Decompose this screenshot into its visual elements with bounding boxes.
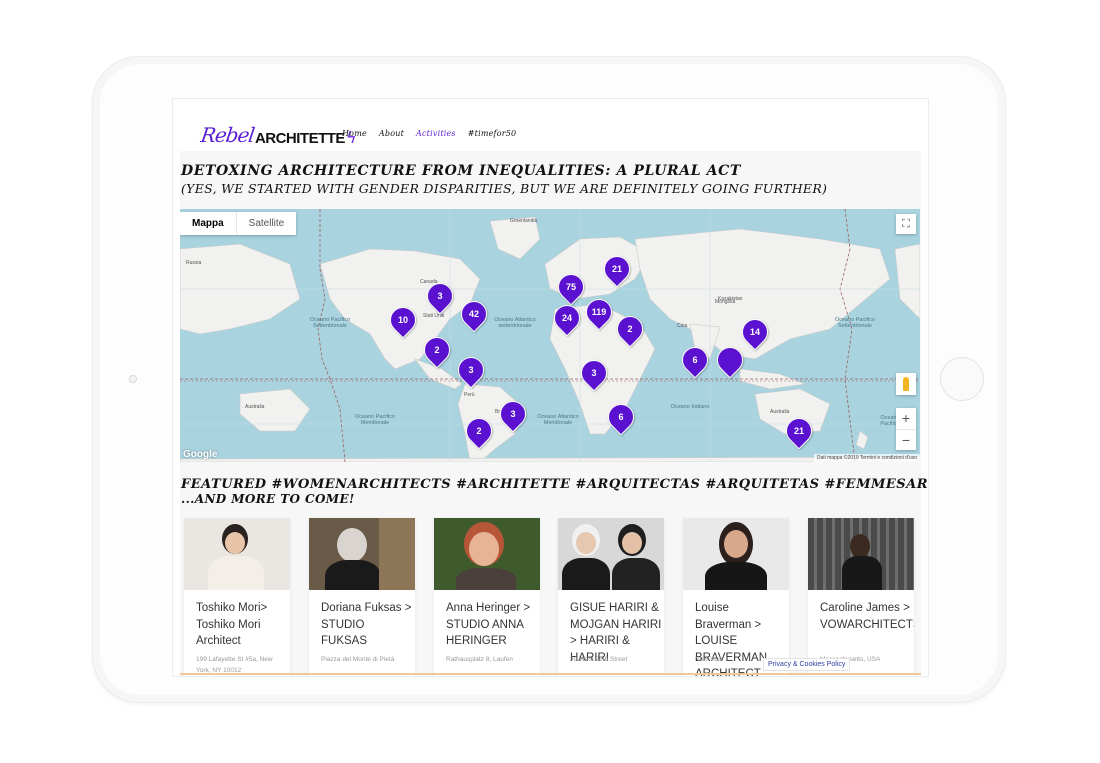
site-header: Rebel ARCHITETTE ϟ Home About Activities…: [173, 99, 928, 151]
browser-screen: Rebel ARCHITETTE ϟ Home About Activities…: [172, 98, 929, 677]
ocean-label: Oceano Atlantico Meridionale: [537, 414, 579, 426]
google-logo[interactable]: Google: [183, 449, 217, 460]
map-label: Australia: [245, 404, 265, 410]
page-subtitle: (YES, WE STARTED WITH GENDER DISPARITIES…: [181, 181, 828, 196]
logo-architette-text: ARCHITETTE: [254, 130, 346, 147]
camera-dot: [129, 375, 137, 383]
architect-photo: [683, 518, 789, 590]
main-menu: Home About Activities #timefor50: [342, 129, 516, 138]
architect-card[interactable]: Anna Heringer > STUDIO ANNA HERINGER Rat…: [434, 518, 540, 676]
architect-photo: [808, 518, 914, 590]
map-type-map-button[interactable]: Mappa: [180, 212, 236, 235]
map-type-satellite-button[interactable]: Satellite: [235, 212, 297, 235]
zoom-out-button[interactable]: −: [896, 430, 916, 451]
ocean-label: Oceano Atlantico settentrionale: [494, 317, 536, 329]
architect-photo: [558, 518, 664, 590]
menu-item-home[interactable]: Home: [342, 129, 367, 138]
home-button[interactable]: [940, 357, 984, 401]
ocean-label: Oceano Pacifico Settentrionale: [309, 317, 351, 329]
architect-card[interactable]: Louise Braverman > LOUISE BRAVERMAN ARCH…: [683, 518, 789, 676]
street-view-pegman-icon[interactable]: [896, 373, 916, 395]
architect-name[interactable]: Caroline James > VOWARCHITECTS: [820, 600, 914, 633]
architect-address: 39 West 29th Street: [570, 656, 628, 663]
ocean-label: Oceano Indiano: [670, 404, 710, 410]
page-title: DETOXING ARCHITECTURE FROM INEQUALITIES:…: [181, 163, 741, 179]
map-attribution[interactable]: Dati mappa ©2019 Termini e condizioni d'…: [813, 454, 920, 462]
privacy-cookies-link[interactable]: Privacy & Cookies Policy: [763, 658, 851, 671]
fullscreen-icon[interactable]: ⛶: [896, 214, 916, 234]
site-logo[interactable]: Rebel ARCHITETTE ϟ: [199, 119, 356, 147]
architect-card[interactable]: Doriana Fuksas > STUDIO FUKSAS Piazza de…: [309, 518, 415, 676]
map-label: Groenlandia: [510, 218, 538, 224]
map-label: Cina: [677, 323, 688, 329]
map-type-toggle: Mappa Satellite: [180, 212, 297, 235]
map-label: Stati Uniti: [423, 313, 445, 319]
architect-card[interactable]: GISUE HARIRI & MOJGAN HARIRI > HARIRI & …: [558, 518, 664, 676]
map-label: Mongolia: [715, 299, 736, 305]
architect-photo: [309, 518, 415, 590]
map-zoom-control: + −: [896, 408, 916, 450]
architect-name[interactable]: Anna Heringer > STUDIO ANNA HERINGER: [446, 600, 538, 650]
menu-item-timefor50[interactable]: #timefor50: [468, 129, 517, 138]
zoom-in-button[interactable]: +: [896, 408, 916, 430]
architect-photo: [434, 518, 540, 590]
map-label: Australia: [770, 409, 790, 415]
architect-photo: [184, 518, 290, 590]
ocean-label: Oceano Pacifico Settentrionale: [834, 317, 876, 329]
architect-name[interactable]: Doriana Fuksas > STUDIO FUKSAS: [321, 600, 413, 650]
featured-cards: Toshiko Mori> Toshiko Mori Architect 199…: [184, 518, 924, 676]
logo-rebel-text: Rebel: [199, 123, 256, 147]
map-label: Russia: [186, 260, 202, 266]
menu-item-about[interactable]: About: [379, 129, 404, 138]
featured-subtitle: ...AND MORE TO COME!: [181, 492, 355, 506]
bottom-accent-line: [180, 673, 921, 675]
menu-item-activities[interactable]: Activities: [416, 129, 456, 138]
architect-card[interactable]: Caroline James > VOWARCHITECTS Massachus…: [808, 518, 914, 676]
architect-card[interactable]: Toshiko Mori> Toshiko Mori Architect 199…: [184, 518, 290, 676]
architect-address: Rathausplatz 8, Laufen: [446, 656, 513, 663]
ocean-label: Oceano Pacifico Meridionale: [354, 414, 396, 426]
map-label: Perù: [464, 392, 475, 398]
world-map[interactable]: Groenlandia Russia Canada Stati Uniti Br…: [180, 209, 920, 462]
architect-name[interactable]: Toshiko Mori> Toshiko Mori Architect: [196, 600, 288, 650]
featured-title: FEATURED #WOMENARCHITECTS #ARCHITETTE #A…: [181, 477, 929, 492]
architect-address: Piazza del Monte di Pietà: [321, 656, 395, 663]
